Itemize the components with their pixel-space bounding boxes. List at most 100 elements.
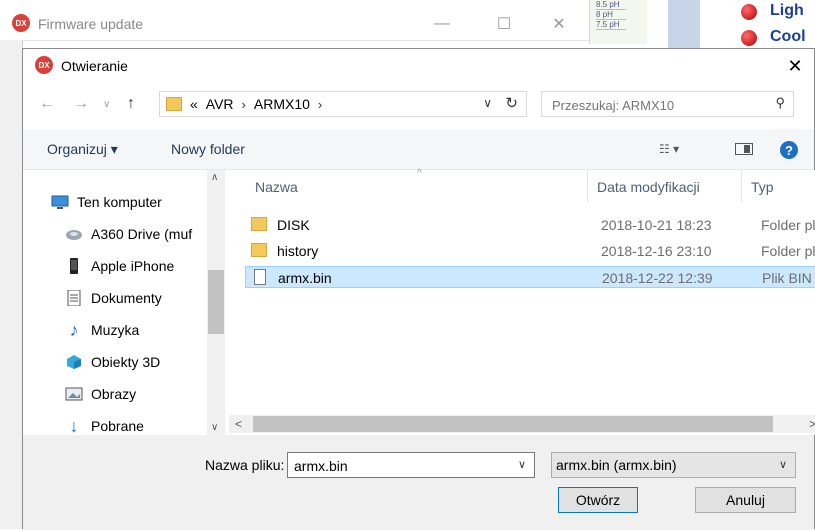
red-led-icon — [741, 30, 757, 46]
ph-gauge: 8.5 pH 8 pH 7.5 pH — [589, 0, 647, 44]
nav-item-muzyka[interactable]: ♪ Muzyka — [65, 319, 140, 341]
breadcrumb-overflow[interactable]: « — [190, 96, 198, 112]
search-box[interactable]: ⚲ — [541, 91, 794, 117]
background-left-edge — [0, 40, 23, 529]
folder-icon — [251, 217, 267, 231]
file-type: Folder pli — [761, 217, 815, 233]
nav-item-obiekty-3d[interactable]: Obiekty 3D — [65, 351, 160, 373]
new-folder-button[interactable]: Nowy folder — [171, 141, 245, 157]
scroll-left-icon[interactable]: < — [235, 417, 242, 431]
address-dropdown-icon[interactable]: ∨ — [483, 96, 492, 110]
nav-item-apple-iphone[interactable]: Apple iPhone — [65, 255, 174, 277]
music-icon: ♪ — [69, 319, 79, 340]
filename-combobox[interactable]: ∨ — [287, 452, 535, 478]
cancel-button[interactable]: Anuluj — [695, 487, 796, 513]
nav-item-label: Muzyka — [91, 322, 140, 338]
column-divider[interactable] — [741, 170, 742, 202]
background-window-title: Firmware update — [38, 16, 144, 32]
filetype-dropdown-icon[interactable]: ∨ — [779, 458, 787, 471]
column-divider[interactable] — [587, 170, 588, 202]
file-date: 2018-10-21 18:23 — [601, 217, 712, 233]
documents-icon — [65, 290, 83, 306]
preview-pane-icon[interactable] — [735, 143, 753, 155]
folder-icon — [251, 243, 267, 257]
scroll-down-icon[interactable]: ∨ — [211, 422, 218, 433]
open-button[interactable]: Otwórz — [558, 487, 638, 513]
refresh-icon[interactable]: ↻ — [505, 94, 518, 112]
address-row: ← → ∨ ↑ « AVR › ARMX10 › ∨ ↻ ⚲ — [23, 89, 814, 121]
forward-arrow-icon[interactable]: → — [73, 95, 89, 113]
column-header-type[interactable]: Typ — [751, 179, 774, 195]
horizontal-scrollbar[interactable]: < > — [229, 415, 815, 433]
nav-item-label: Ten komputer — [77, 194, 162, 210]
recent-chevron-icon[interactable]: ∨ — [103, 99, 110, 110]
address-bar[interactable]: « AVR › ARMX10 › ∨ ↻ — [159, 91, 527, 117]
filetype-select[interactable]: armx.bin (armx.bin) ∨ — [551, 452, 796, 478]
file-row-history[interactable]: history 2018-12-16 23:10 Folder pli — [245, 240, 815, 262]
minimize-icon[interactable]: — — [432, 14, 452, 34]
phone-icon — [65, 258, 83, 274]
scroll-up-icon[interactable]: ∧ — [211, 172, 218, 183]
background-titlebar: DX Firmware update — ☐ ✕ — [0, 0, 600, 41]
up-arrow-icon[interactable]: ↑ — [127, 95, 135, 113]
file-date: 2018-12-16 23:10 — [601, 243, 712, 259]
gauge-label: 8.5 pH — [596, 0, 626, 10]
file-icon — [254, 269, 266, 285]
maximize-icon[interactable]: ☐ — [494, 14, 514, 34]
organize-button[interactable]: Organizuj ▾ — [47, 141, 118, 158]
file-name: DISK — [277, 217, 310, 233]
red-led-icon — [741, 4, 757, 20]
gauge-label: 7.5 pH — [596, 20, 626, 30]
nav-item-label: Dokumenty — [91, 290, 162, 306]
scroll-right-icon[interactable]: > — [809, 417, 815, 431]
filename-label: Nazwa pliku: — [205, 457, 285, 473]
nav-item-label: A360 Drive (muf — [91, 226, 193, 242]
nav-item-pobrane[interactable]: ↓ Pobrane — [65, 415, 144, 437]
navigation-pane: Ten komputer A360 Drive (muf Apple iPhon… — [23, 170, 228, 437]
scrollbar-thumb[interactable] — [253, 416, 773, 432]
file-row-armx-bin[interactable]: armx.bin 2018-12-22 12:39 Plik BIN — [245, 266, 815, 288]
breadcrumb-avr[interactable]: AVR — [206, 96, 234, 112]
filename-input[interactable] — [292, 456, 506, 476]
command-bar: Organizuj ▾ Nowy folder ☷ ▾ ? — [23, 129, 814, 170]
nav-item-a360-drive[interactable]: A360 Drive (muf — [65, 223, 192, 245]
app-logo-icon: DX — [35, 56, 53, 74]
indicator-panel: Ligh Cool — [668, 0, 815, 48]
filetype-value: armx.bin (armx.bin) — [556, 457, 677, 473]
dialog-close-icon[interactable]: ✕ — [784, 55, 806, 77]
breadcrumb-separator-icon[interactable]: › — [242, 97, 246, 112]
breadcrumb-separator-icon[interactable]: › — [318, 97, 322, 112]
file-type: Folder pli — [761, 243, 815, 259]
download-icon: ↓ — [69, 415, 79, 436]
cloud-drive-icon — [65, 226, 83, 242]
file-row-disk[interactable]: DISK 2018-10-21 18:23 Folder pli — [245, 214, 815, 236]
pictures-icon — [65, 386, 83, 402]
nav-item-label: Obiekty 3D — [91, 354, 161, 370]
column-headers: Nazwa ^ Data modyfikacji Typ — [229, 168, 815, 202]
view-options-icon[interactable]: ☷ ▾ — [659, 142, 679, 156]
scrollbar-thumb[interactable] — [208, 270, 224, 334]
navigation-scrollbar[interactable]: ∧ ∨ — [207, 170, 225, 435]
nav-item-obrazy[interactable]: Obrazy — [65, 383, 136, 405]
back-arrow-icon[interactable]: ← — [39, 95, 55, 113]
filename-dropdown-icon[interactable]: ∨ — [518, 458, 526, 471]
dialog-title: Otwieranie — [61, 58, 128, 74]
computer-icon — [51, 194, 69, 210]
file-list: Nazwa ^ Data modyfikacji Typ DISK 2018-1… — [229, 168, 815, 435]
cube-icon — [65, 354, 83, 370]
column-header-date[interactable]: Data modyfikacji — [597, 179, 700, 195]
app-logo-icon: DX — [12, 14, 30, 32]
indicator-label: Cool — [770, 28, 806, 45]
open-file-dialog: DX Otwieranie ✕ ← → ∨ ↑ « AVR › ARMX10 ›… — [22, 48, 815, 530]
breadcrumb-armx10[interactable]: ARMX10 — [254, 96, 310, 112]
nav-item-dokumenty[interactable]: Dokumenty — [65, 287, 162, 309]
column-header-name[interactable]: Nazwa — [255, 179, 298, 195]
help-icon[interactable]: ? — [780, 141, 798, 159]
sort-ascending-icon: ^ — [417, 168, 422, 179]
search-input[interactable] — [550, 95, 754, 115]
folder-icon — [166, 97, 182, 111]
search-icon[interactable]: ⚲ — [775, 95, 785, 111]
close-icon[interactable]: ✕ — [549, 14, 569, 34]
nav-item-ten-komputer[interactable]: Ten komputer — [51, 191, 162, 213]
dialog-titlebar: DX Otwieranie ✕ — [23, 49, 814, 81]
